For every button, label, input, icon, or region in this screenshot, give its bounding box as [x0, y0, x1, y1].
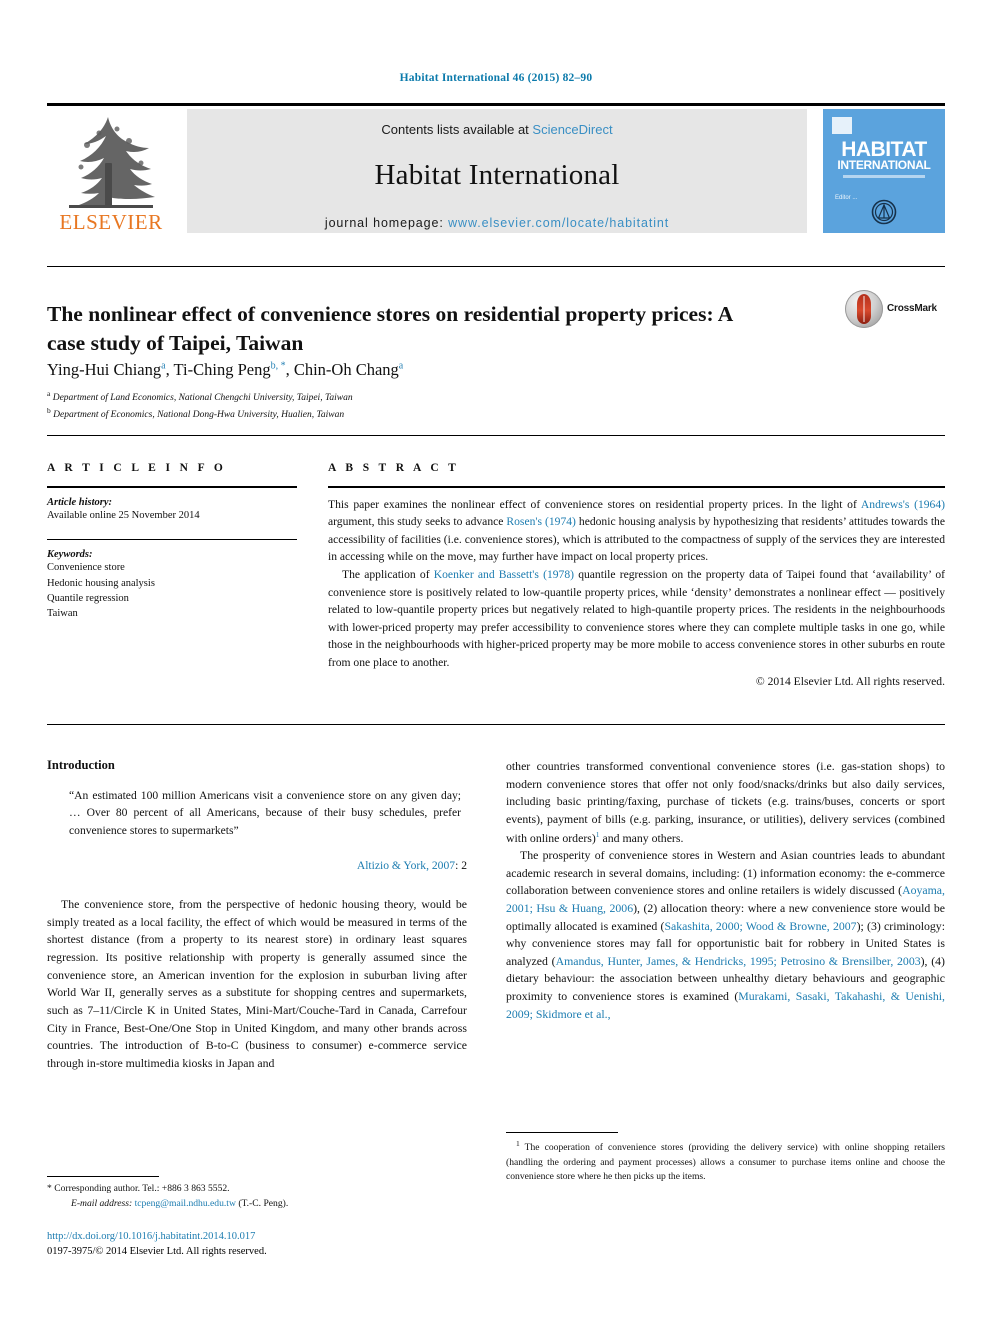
email-label: E-mail address: — [71, 1197, 133, 1209]
abstract-rights: © 2014 Elsevier Ltd. All rights reserved… — [755, 674, 945, 688]
elsevier-wordmark: ELSEVIER — [59, 210, 163, 234]
footnote-1-body: The cooperation of convenience stores (p… — [506, 1142, 945, 1183]
sciencedirect-link[interactable]: ScienceDirect — [532, 122, 612, 137]
email-line: E-mail address: tcpeng@mail.ndhu.edu.tw … — [47, 1197, 467, 1211]
crossmark-label: CrossMark — [887, 303, 937, 314]
keyword-item: Taiwan — [47, 608, 78, 620]
abstract-rule — [328, 486, 945, 488]
citation-andrews[interactable]: Andrews's (1964) — [861, 498, 945, 511]
affiliation-text-a: Department of Land Economics, National C… — [52, 393, 353, 404]
epigraph-attribution: Altizio & York, 2007: 2 — [47, 859, 467, 872]
article-info-rule-1 — [47, 486, 297, 488]
abstract-top-rule — [47, 435, 945, 436]
abstract-paragraph-2: The application of Koenker and Bassett's… — [328, 568, 945, 670]
corresponding-author-line: * Corresponding author. Tel.: +886 3 863… — [47, 1182, 467, 1196]
cover-subtitle: Editor ... — [835, 195, 858, 201]
affiliation-b: b Department of Economics, National Dong… — [47, 405, 807, 422]
footnote-1-mark: 1 — [516, 1139, 520, 1149]
elsevier-tree-icon — [55, 117, 167, 211]
journal-masthead: ELSEVIER Contents lists available at Sci… — [47, 103, 945, 233]
citation-amandus-petrosino[interactable]: Amandus, Hunter, James, & Hendricks, 199… — [556, 954, 921, 968]
cover-badge-icon — [832, 117, 852, 134]
cover-divider — [843, 175, 925, 178]
journal-homepage-link[interactable]: www.elsevier.com/locate/habitatint — [448, 216, 669, 230]
running-head: Habitat International 46 (2015) 82–90 — [399, 72, 593, 84]
author-name-3: Chin-Oh Chang — [293, 360, 399, 379]
footnote-rule-right — [506, 1132, 618, 1134]
footnote-right-block: 1 The cooperation of convenience stores … — [506, 1132, 945, 1185]
elsevier-logo: ELSEVIER — [47, 109, 175, 233]
article-info-column: A R T I C L E I N F O Article history: A… — [47, 462, 297, 621]
cover-emblem-icon — [871, 199, 897, 225]
keyword-item: Convenience store — [47, 562, 125, 574]
doi-link[interactable]: http://dx.doi.org/10.1016/j.habitatint.2… — [47, 1229, 477, 1244]
author-name-1: Ying-Hui Chiang — [47, 360, 162, 379]
footnote-rule-left — [47, 1176, 159, 1178]
body-top-rule — [47, 724, 945, 725]
paper-page: Habitat International 46 (2015) 82–90 EL… — [0, 0, 992, 1323]
email-link[interactable]: tcpeng@mail.ndhu.edu.tw — [135, 1198, 236, 1209]
journal-title: Habitat International — [374, 159, 620, 191]
citation-altizio-york[interactable]: Altizio & York, 2007 — [357, 859, 455, 872]
abstract-heading: A B S T R A C T — [328, 462, 460, 474]
body-left-column: Introduction “An estimated 100 million A… — [47, 758, 467, 1072]
footnote-left-block: * Corresponding author. Tel.: +886 3 863… — [47, 1176, 467, 1211]
abstract-paragraph-1: This paper examines the nonlinear effect… — [328, 497, 945, 564]
masthead-top-rule — [47, 103, 945, 106]
citation-koenker-bassett[interactable]: Koenker and Bassett's (1978) — [434, 568, 574, 581]
intro-right-seg-1: The prosperity of convenience stores in … — [506, 848, 945, 898]
imprint-block: http://dx.doi.org/10.1016/j.habitatint.2… — [47, 1229, 477, 1259]
keyword-item: Hedonic housing analysis — [47, 577, 155, 589]
affiliation-list: a Department of Land Economics, National… — [47, 388, 807, 423]
column-spacer — [47, 872, 467, 896]
cover-title-line1: HABITAT — [841, 138, 927, 161]
issn-copyright-line: 0197-3975/© 2014 Elsevier Ltd. All right… — [47, 1246, 267, 1258]
intro-paragraph-right-1: other countries transformed conventional… — [506, 758, 945, 847]
title-top-rule — [47, 266, 945, 267]
crossmark-icon — [845, 290, 883, 328]
affiliation-text-b: Department of Economics, National Dong-H… — [53, 410, 345, 421]
affiliation-a: a Department of Land Economics, National… — [47, 388, 807, 405]
author-sep-2: , — [285, 360, 294, 379]
author-affil-mark-2: b, * — [270, 360, 286, 372]
epigraph-page: : 2 — [455, 859, 467, 873]
author-list: Ying-Hui Chiang a, Ti-Ching Pengb, *, Chi… — [47, 360, 807, 380]
author-name-2: Ti-Ching Peng — [173, 360, 271, 379]
section-heading-introduction: Introduction — [47, 758, 115, 772]
email-owner: (T.-C. Peng). — [238, 1197, 289, 1209]
abstract-column: A B S T R A C T This paper examines the … — [328, 462, 945, 688]
cover-title-line2: INTERNATIONAL — [837, 158, 931, 172]
intro-right-text-1: other countries transformed conventional… — [506, 759, 945, 845]
body-right-column: other countries transformed conventional… — [506, 758, 945, 1023]
article-history-value: Available online 25 November 2014 — [47, 509, 200, 521]
corresponding-author-mark: * — [47, 1183, 52, 1195]
contents-prefix: Contents lists available at — [381, 122, 533, 137]
crossmark-badge[interactable]: CrossMark — [845, 290, 945, 332]
sciencedirect-band: Contents lists available at ScienceDirec… — [187, 109, 807, 233]
article-history-label: Article history: — [47, 496, 113, 508]
journal-cover-thumbnail: HABITAT INTERNATIONAL Editor ... — [823, 109, 945, 233]
corresponding-author-text: Corresponding author. Tel.: +886 3 863 5… — [54, 1183, 230, 1195]
contents-available-line: Contents lists available at ScienceDirec… — [187, 122, 807, 137]
author-affil-mark-3: a — [398, 360, 404, 372]
intro-paragraph-left: The convenience store, from the perspect… — [47, 897, 467, 1070]
intro-paragraph-right-2: The prosperity of convenience stores in … — [506, 847, 945, 1023]
keyword-item: Quantile regression — [47, 592, 129, 604]
epigraph-quote: “An estimated 100 million Americans visi… — [69, 789, 461, 837]
affiliation-mark-b: b — [47, 406, 51, 416]
keywords-label: Keywords: — [47, 549, 93, 561]
affiliation-mark-a: a — [47, 389, 51, 398]
citation-sakashita-wood-browne[interactable]: Sakashita, 2000; Wood & Browne, 2007 — [664, 919, 856, 933]
citation-rosen[interactable]: Rosen's (1974) — [506, 515, 576, 528]
author-sep-1: , — [165, 360, 174, 379]
journal-homepage-line: journal homepage: www.elsevier.com/locat… — [187, 216, 807, 230]
article-info-rule-2 — [47, 538, 297, 541]
page-title: The nonlinear effect of convenience stor… — [47, 302, 733, 355]
crossmark-spine-shape — [863, 296, 865, 322]
intro-right-text-1-tail: and many others. — [599, 830, 684, 845]
homepage-prefix: journal homepage: — [324, 216, 449, 230]
article-info-heading: A R T I C L E I N F O — [47, 462, 227, 474]
footnote-1-text: 1 The cooperation of convenience stores … — [506, 1138, 945, 1184]
